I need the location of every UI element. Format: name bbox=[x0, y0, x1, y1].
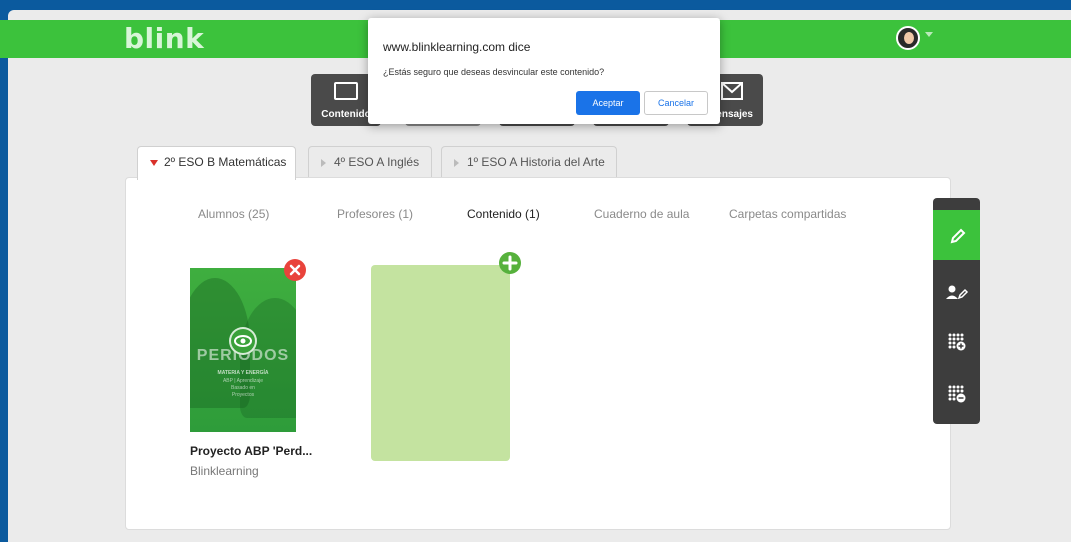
grid-add-icon bbox=[948, 333, 966, 351]
subtab-cuaderno-de-aula[interactable]: Cuaderno de aula bbox=[594, 207, 689, 221]
chevron-down-icon[interactable] bbox=[925, 32, 933, 37]
class-tab-2eso-b-matematicas[interactable]: 2º ESO B Matemáticas bbox=[137, 146, 296, 180]
eye-icon bbox=[234, 335, 252, 347]
user-avatar[interactable] bbox=[896, 26, 920, 50]
confirm-dialog: www.blinklearning.com dice ¿Estás seguro… bbox=[368, 18, 720, 124]
grid-remove-tool-button[interactable] bbox=[933, 374, 980, 414]
content-publisher: Blinklearning bbox=[190, 464, 259, 478]
class-tab-label: 1º ESO A Historia del Arte bbox=[467, 155, 605, 169]
subtab-profesores[interactable]: Profesores (1) bbox=[337, 207, 413, 221]
cover-subtitle: MATERIA Y ENERGÍA bbox=[217, 370, 269, 376]
caret-right-icon bbox=[321, 158, 326, 167]
user-edit-icon bbox=[946, 285, 969, 300]
dialog-message: ¿Estás seguro que deseas desvincular est… bbox=[383, 67, 605, 77]
cover-caption: ABP | Aprendizaje Basado en Proyectos bbox=[190, 378, 296, 399]
book-icon bbox=[334, 82, 358, 100]
edit-tool-button[interactable] bbox=[933, 210, 980, 260]
grid-remove-icon bbox=[948, 385, 966, 403]
unlink-content-button[interactable] bbox=[284, 259, 306, 281]
content-title[interactable]: Proyecto ABP 'Perd... bbox=[190, 444, 312, 458]
class-tab-4eso-a-ingles[interactable]: 4º ESO A Inglés bbox=[308, 146, 432, 178]
accept-button[interactable]: Aceptar bbox=[576, 91, 640, 115]
preview-button[interactable] bbox=[229, 327, 257, 355]
cover-caption-line: Proyectos bbox=[231, 392, 255, 398]
subtab-alumnos[interactable]: Alumnos (25) bbox=[198, 207, 269, 221]
caret-down-icon bbox=[150, 159, 158, 166]
cover-caption-line: Basado en bbox=[231, 385, 255, 391]
caret-right-icon bbox=[454, 158, 459, 167]
blink-logo[interactable]: blink bbox=[124, 22, 204, 55]
subtab-carpetas-compartidas[interactable]: Carpetas compartidas bbox=[729, 207, 846, 221]
class-tab-1eso-a-historia-arte[interactable]: 1º ESO A Historia del Arte bbox=[441, 146, 617, 178]
plus-icon bbox=[502, 255, 518, 271]
add-content-placeholder[interactable] bbox=[371, 265, 510, 461]
subtab-contenido[interactable]: Contenido (1) bbox=[467, 207, 540, 221]
cancel-button[interactable]: Cancelar bbox=[644, 91, 708, 115]
dialog-title: www.blinklearning.com dice bbox=[383, 40, 531, 54]
pencil-icon bbox=[950, 228, 966, 244]
mail-icon bbox=[721, 82, 743, 100]
grid-add-tool-button[interactable] bbox=[933, 322, 980, 362]
add-content-button[interactable] bbox=[499, 252, 521, 274]
user-edit-tool-button[interactable] bbox=[933, 272, 980, 312]
right-toolbar bbox=[933, 198, 980, 424]
cover-caption-line: ABP | Aprendizaje bbox=[222, 378, 264, 384]
close-icon bbox=[289, 264, 301, 276]
class-tab-label: 2º ESO B Matemáticas bbox=[164, 155, 287, 169]
class-tab-label: 4º ESO A Inglés bbox=[334, 155, 420, 169]
